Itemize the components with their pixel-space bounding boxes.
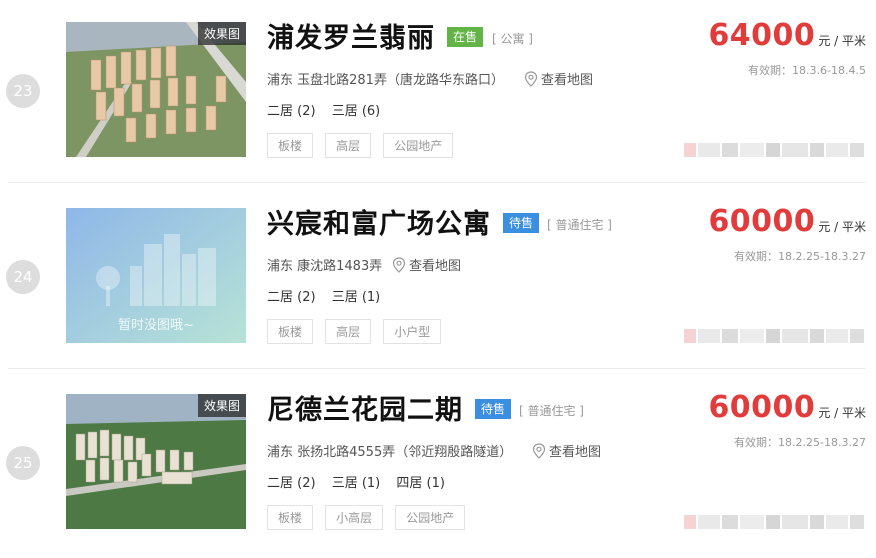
room-type: 二居 (2) — [267, 104, 316, 119]
blurred-contact — [684, 143, 864, 157]
address: 浦东 康沈路1483弄 — [267, 259, 383, 274]
property-type: [ 普通住宅 ] — [547, 218, 612, 232]
room-types: 二居 (2) 三居 (1) 四居 (1) — [267, 472, 457, 491]
project-image[interactable]: 暂时没图哦~ — [66, 208, 246, 343]
feature-tags: 板楼 小高层 公园地产 — [267, 505, 472, 530]
status-badge: 在售 — [447, 27, 484, 47]
room-types: 二居 (2) 三居 (1) — [267, 286, 392, 305]
price-unit: 元 / 平米 — [818, 34, 866, 48]
project-title[interactable]: 尼德兰花园二期 — [267, 388, 463, 427]
price-value: 64000 — [708, 18, 816, 53]
view-map-link[interactable]: 查看地图 — [532, 441, 601, 463]
listing-item[interactable]: 25 效果图 尼德兰花园二期 待售 [ 普通住宅 ] 浦东 张扬北路4555弄（… — [0, 372, 876, 558]
listing-item[interactable]: 23 效果图 浦发罗兰翡丽 在售 [ 公寓 ] 浦东 玉盘北路281弄（唐龙路华… — [0, 0, 876, 186]
property-type: [ 普通住宅 ] — [519, 404, 584, 418]
view-map-link[interactable]: 查看地图 — [392, 255, 461, 277]
listing-item[interactable]: 24 暂时没图哦~ 兴宸和富广场公寓 待售 [ 普通住宅 ] 浦东 康沈路148… — [0, 186, 876, 372]
no-image-text: 暂时没图哦~ — [118, 318, 194, 333]
rank-badge: 23 — [6, 74, 40, 108]
room-type: 三居 (1) — [331, 476, 381, 491]
feature-tag: 板楼 — [267, 133, 314, 158]
view-map-label: 查看地图 — [409, 259, 462, 274]
address: 浦东 玉盘北路281弄（唐龙路华东路口） — [267, 73, 504, 88]
feature-tags: 板楼 高层 小户型 — [267, 319, 448, 344]
feature-tag: 板楼 — [267, 319, 314, 344]
view-map-label: 查看地图 — [549, 445, 602, 460]
price: 60000 元 / 平米 — [708, 204, 866, 239]
feature-tag: 小高层 — [325, 505, 384, 530]
blurred-contact — [684, 329, 864, 343]
price: 60000 元 / 平米 — [708, 390, 866, 425]
project-title[interactable]: 浦发罗兰翡丽 — [267, 16, 435, 55]
rendering-tag: 效果图 — [197, 394, 246, 417]
validity-period: 有效期：18.2.25-18.3.27 — [734, 250, 866, 263]
map-pin-icon — [392, 257, 406, 277]
project-image[interactable]: 效果图 — [66, 394, 246, 529]
room-types: 二居 (2) 三居 (6) — [267, 100, 392, 119]
project-title[interactable]: 兴宸和富广场公寓 — [267, 202, 491, 241]
price-value: 60000 — [708, 204, 816, 239]
divider — [8, 368, 866, 369]
price-unit: 元 / 平米 — [818, 406, 866, 420]
price-unit: 元 / 平米 — [818, 220, 866, 234]
room-type: 四居 (1) — [396, 476, 445, 491]
map-pin-icon — [524, 71, 538, 91]
feature-tag: 板楼 — [267, 505, 314, 530]
status-badge: 待售 — [475, 399, 512, 419]
room-type: 二居 (2) — [267, 290, 316, 305]
divider — [8, 182, 866, 183]
room-type: 三居 (6) — [331, 104, 381, 119]
validity-period: 有效期：18.2.25-18.3.27 — [734, 436, 866, 449]
blurred-contact — [684, 515, 864, 529]
view-map-label: 查看地图 — [541, 73, 594, 88]
feature-tag: 小户型 — [383, 319, 442, 344]
feature-tag: 公园地产 — [395, 505, 466, 530]
status-badge: 待售 — [503, 213, 540, 233]
rank-badge: 25 — [6, 446, 40, 480]
feature-tag: 高层 — [325, 319, 372, 344]
room-type: 二居 (2) — [267, 476, 316, 491]
feature-tag: 高层 — [325, 133, 372, 158]
view-map-link[interactable]: 查看地图 — [524, 69, 593, 91]
feature-tag: 公园地产 — [383, 133, 454, 158]
validity-period: 有效期：18.3.6-18.4.5 — [748, 64, 866, 77]
address: 浦东 张扬北路4555弄（邻近翔殷路隧道） — [267, 445, 513, 460]
rank-badge: 24 — [6, 260, 40, 294]
project-image[interactable]: 效果图 — [66, 22, 246, 157]
rendering-tag: 效果图 — [197, 22, 246, 45]
feature-tags: 板楼 高层 公园地产 — [267, 133, 460, 158]
map-pin-icon — [532, 443, 546, 463]
price: 64000 元 / 平米 — [708, 18, 866, 53]
price-value: 60000 — [708, 390, 816, 425]
room-type: 三居 (1) — [331, 290, 381, 305]
property-type: [ 公寓 ] — [492, 32, 533, 46]
